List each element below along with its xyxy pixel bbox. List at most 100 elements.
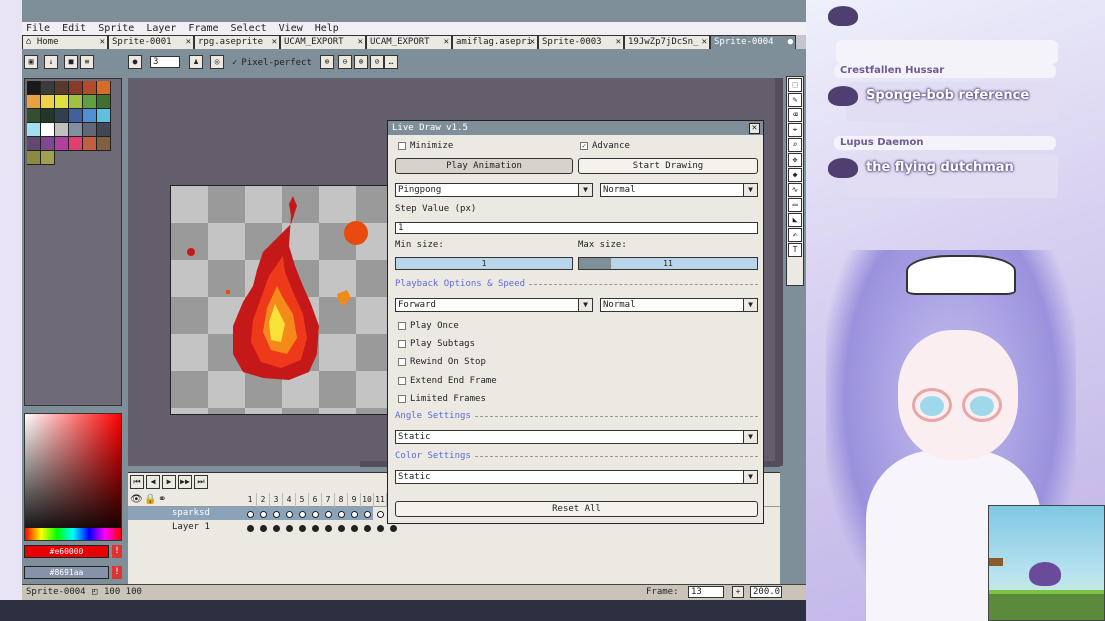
palette-swatch[interactable] xyxy=(83,123,97,137)
lock-icon[interactable]: ▣ xyxy=(24,55,38,69)
close-icon[interactable]: ✕ xyxy=(186,36,191,48)
tab-sprite-0003[interactable]: Sprite-0003 ✕ xyxy=(538,35,624,49)
ink-icon[interactable]: ♟ xyxy=(189,55,203,69)
frame-number[interactable]: 9 xyxy=(348,493,361,507)
eraser-icon[interactable]: ⌫ xyxy=(788,108,802,122)
curve-icon[interactable]: ∿ xyxy=(788,183,802,197)
blur-icon[interactable]: ✍ xyxy=(788,228,802,242)
play-subtags-checkbox[interactable]: Play Subtags xyxy=(398,339,475,349)
palette-swatch[interactable] xyxy=(97,137,111,151)
timeline-cel[interactable] xyxy=(270,523,283,533)
timeline-cel[interactable] xyxy=(244,523,257,533)
start-drawing-button[interactable]: Start Drawing xyxy=(578,158,758,174)
palette-swatch[interactable] xyxy=(41,151,55,165)
limited-checkbox[interactable]: Limited Frames xyxy=(398,394,486,404)
frame-number[interactable]: 7 xyxy=(322,493,335,507)
next-frame-icon[interactable]: ▶▶ xyxy=(178,475,192,489)
timeline-cel[interactable] xyxy=(322,523,335,533)
first-frame-icon[interactable]: ⏮ xyxy=(130,475,144,489)
palette-swatch[interactable] xyxy=(27,137,41,151)
advance-checkbox[interactable]: ✓ Advance xyxy=(580,141,630,151)
close-icon[interactable]: ✕ xyxy=(100,36,105,48)
timeline-cel[interactable] xyxy=(361,509,374,519)
zoom-input[interactable]: 200.0 xyxy=(750,586,782,598)
reset-all-button[interactable]: Reset All xyxy=(395,501,758,517)
symmetry-v-icon[interactable]: ⊗ xyxy=(354,55,368,69)
symmetry-d-icon[interactable]: ⊘ xyxy=(370,55,384,69)
tab-19jwzp[interactable]: 19JwZp7jDcSn_ ✕ xyxy=(624,35,710,49)
timeline-cel[interactable] xyxy=(283,509,296,519)
marquee-icon[interactable]: ⬚ xyxy=(788,78,802,92)
menu-edit[interactable]: Edit xyxy=(62,23,86,34)
frame-number[interactable]: 10 xyxy=(361,493,374,507)
play-animation-button[interactable]: Play Animation xyxy=(395,158,573,174)
frame-number[interactable]: 8 xyxy=(335,493,348,507)
tab-ucam-1[interactable]: UCAM_EXPORT ✕ xyxy=(280,35,366,49)
brush-size-input[interactable]: 3 xyxy=(150,56,180,68)
palette-swatch[interactable] xyxy=(55,123,69,137)
palette-swatch[interactable] xyxy=(83,81,97,95)
rectangle-icon[interactable]: ▭ xyxy=(788,198,802,212)
mode-select[interactable]: Pingpong ▼ xyxy=(395,183,593,197)
palette-swatch[interactable] xyxy=(27,151,41,165)
palette-swatch[interactable] xyxy=(55,137,69,151)
color-select[interactable]: Static ▼ xyxy=(395,470,758,484)
min-size-slider[interactable]: 1 xyxy=(395,257,573,270)
timeline-cel[interactable] xyxy=(335,523,348,533)
tab-amiflag[interactable]: amiflag.asepri ✕ xyxy=(452,35,538,49)
palette-swatch[interactable] xyxy=(97,109,111,123)
timeline-cel[interactable] xyxy=(387,523,400,533)
palette-swatch[interactable] xyxy=(41,95,55,109)
background-color[interactable]: #8691aa xyxy=(24,566,109,579)
hue-slider[interactable] xyxy=(25,528,121,540)
menu-icon[interactable]: ≡ xyxy=(80,55,94,69)
extend-checkbox[interactable]: Extend End Frame xyxy=(398,376,497,386)
step-value-input[interactable]: 1 xyxy=(395,222,758,234)
menu-select[interactable]: Select xyxy=(231,23,267,34)
palette-swatch[interactable] xyxy=(27,95,41,109)
frame-number[interactable]: 2 xyxy=(257,493,270,507)
timeline-cel[interactable] xyxy=(374,509,387,519)
palette-swatch[interactable] xyxy=(27,109,41,123)
palette-swatch[interactable] xyxy=(83,95,97,109)
palette-swatch[interactable] xyxy=(69,95,83,109)
timeline-cel[interactable] xyxy=(257,523,270,533)
add-frame-icon[interactable]: + xyxy=(732,586,744,598)
pixel-perfect-toggle[interactable]: ✓ Pixel-perfect xyxy=(232,58,312,68)
palette-swatch[interactable] xyxy=(27,123,41,137)
palette-swatch[interactable] xyxy=(69,137,83,151)
max-size-slider[interactable]: 11 xyxy=(578,257,758,270)
last-frame-icon[interactable]: ⏭ xyxy=(194,475,208,489)
eye-icon[interactable]: 👁 xyxy=(130,494,143,505)
timeline-cel[interactable] xyxy=(283,523,296,533)
close-icon[interactable]: ✕ xyxy=(702,36,707,48)
palette-swatch[interactable] xyxy=(69,123,83,137)
frame-number[interactable]: 3 xyxy=(270,493,283,507)
link-icon[interactable]: ⚭ xyxy=(158,494,166,505)
menu-sprite[interactable]: Sprite xyxy=(98,23,134,34)
brush-shape-icon[interactable]: ● xyxy=(128,55,142,69)
palette-swatch[interactable] xyxy=(69,109,83,123)
timeline-cel[interactable] xyxy=(374,523,387,533)
timeline-cel[interactable] xyxy=(309,509,322,519)
tab-home[interactable]: ⌂ Home ✕ xyxy=(22,35,108,49)
frame-input[interactable]: 13 xyxy=(688,586,724,598)
warning-icon[interactable]: ! xyxy=(112,566,122,579)
text-icon[interactable]: T xyxy=(788,243,802,257)
angle-select[interactable]: Static ▼ xyxy=(395,430,758,444)
timeline-cel[interactable] xyxy=(257,509,270,519)
palette-swatch[interactable] xyxy=(27,81,41,95)
palette-swatch[interactable] xyxy=(97,95,111,109)
palette-swatch[interactable] xyxy=(41,137,55,151)
tab-sprite-0001[interactable]: Sprite-0001 ✕ xyxy=(108,35,194,49)
frame-number[interactable]: 1 xyxy=(244,493,257,507)
opacity-icon[interactable]: ◎ xyxy=(210,55,224,69)
palette-swatch[interactable] xyxy=(55,95,69,109)
close-icon[interactable]: ✕ xyxy=(444,36,449,48)
menu-frame[interactable]: Frame xyxy=(188,23,218,34)
timeline-cel[interactable] xyxy=(309,523,322,533)
zoom-icon[interactable]: ⌕ xyxy=(788,138,802,152)
frame-number[interactable]: 5 xyxy=(296,493,309,507)
tab-ucam-2[interactable]: UCAM_EXPORT ✕ xyxy=(366,35,452,49)
close-icon[interactable]: ✕ xyxy=(616,36,621,48)
